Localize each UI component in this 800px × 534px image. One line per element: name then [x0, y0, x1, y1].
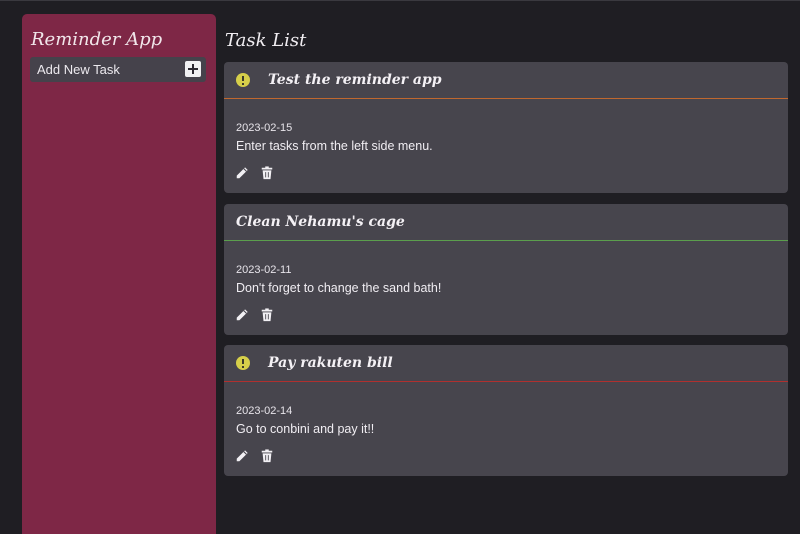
exclamation-circle-icon — [236, 73, 250, 87]
task-card-header: Clean Nehamu's cage — [224, 204, 788, 241]
task-description: Go to conbini and pay it!! — [236, 422, 375, 436]
pencil-icon[interactable] — [235, 449, 249, 463]
task-date: 2023-02-14 — [236, 405, 293, 417]
task-title: Test the reminder app — [268, 72, 442, 88]
task-date: 2023-02-15 — [236, 122, 293, 134]
pencil-icon[interactable] — [235, 308, 249, 322]
task-description: Enter tasks from the left side menu. — [236, 139, 433, 153]
exclamation-circle-icon — [236, 356, 250, 370]
trash-icon[interactable] — [260, 449, 274, 463]
task-card: Pay rakuten bill 2023-02-14 Go to conbin… — [224, 345, 788, 476]
task-description: Don't forget to change the sand bath! — [236, 281, 442, 295]
add-new-task-button[interactable]: Add New Task — [30, 57, 206, 82]
task-date: 2023-02-11 — [236, 264, 292, 276]
task-title: Pay rakuten bill — [268, 355, 393, 371]
pencil-icon[interactable] — [235, 166, 249, 180]
task-card-header: Pay rakuten bill — [224, 345, 788, 382]
page-title: Task List — [225, 30, 307, 51]
task-card-header: Test the reminder app — [224, 62, 788, 99]
add-new-task-label: Add New Task — [37, 62, 120, 77]
task-card: Clean Nehamu's cage 2023-02-11 Don't for… — [224, 204, 788, 335]
trash-icon[interactable] — [260, 166, 274, 180]
app-title: Reminder App — [31, 29, 163, 50]
task-card: Test the reminder app 2023-02-15 Enter t… — [224, 62, 788, 193]
sidebar: Reminder App Add New Task — [22, 14, 216, 534]
task-title: Clean Nehamu's cage — [236, 214, 405, 230]
plus-icon[interactable] — [185, 61, 201, 77]
trash-icon[interactable] — [260, 308, 274, 322]
